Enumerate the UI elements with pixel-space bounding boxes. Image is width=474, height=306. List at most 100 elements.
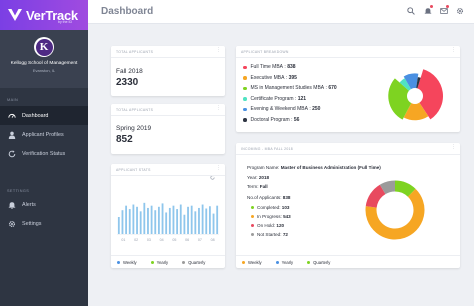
legend-item-yearly[interactable]: Yearly xyxy=(275,260,293,265)
legend-item-weekly[interactable]: Weekly xyxy=(117,260,137,265)
legend-dot xyxy=(243,65,247,69)
term-label: Term: xyxy=(247,184,259,189)
status-label: Not Started xyxy=(257,232,281,237)
chart-bar xyxy=(187,206,189,234)
legend-label: Weekly xyxy=(248,259,262,265)
gear-icon xyxy=(8,220,16,228)
breakdown-legend: Full Time MBA : 838 Executive MBA : 395 … xyxy=(243,62,337,125)
breakdown-item: Certificate Program : 121 xyxy=(243,94,337,105)
breakdown-value: 838 xyxy=(287,64,296,71)
chart-bar xyxy=(190,205,193,234)
legend-label: Quarterly xyxy=(188,259,206,265)
card-title: TOTAL APPLICANTS xyxy=(116,108,154,112)
school-location: Evanston, IL xyxy=(32,67,56,73)
more-options-icon[interactable]: ⋮ xyxy=(216,106,221,111)
year-row: Year: 2018 xyxy=(247,175,269,180)
legend-dot xyxy=(243,97,247,101)
breakdown-label: Executive MBA xyxy=(250,74,285,81)
breakdown-value: 56 xyxy=(293,116,300,123)
sidebar-item-alerts[interactable]: Alerts xyxy=(0,195,88,214)
x-tick-label: 04 xyxy=(160,238,164,242)
chart-bar xyxy=(198,207,200,234)
x-tick-label: 05 xyxy=(172,238,176,242)
term-label: Fall 2018 xyxy=(116,68,143,75)
status-item-on-hold: On Hold: 120 xyxy=(251,223,284,228)
chart-bar xyxy=(139,211,142,234)
more-options-icon[interactable]: ⋮ xyxy=(216,166,221,171)
school-profile: K Kellogg School of Management Evanston,… xyxy=(0,30,88,88)
chart-bar xyxy=(168,207,171,234)
legend-dot xyxy=(275,260,279,264)
status-label: In Progress xyxy=(257,214,281,219)
legend-item-yearly[interactable]: Yearly xyxy=(150,259,169,265)
breakdown-value: 250 xyxy=(312,106,321,113)
more-options-icon[interactable]: ⋮ xyxy=(216,48,221,53)
legend-dot xyxy=(243,76,247,80)
breakdown-label: MS in Management Studies MBA xyxy=(250,85,325,92)
legend-item-quarterly[interactable]: Quarterly xyxy=(307,260,330,265)
more-options-icon[interactable]: ⋮ xyxy=(451,145,456,150)
chart-bar xyxy=(150,205,153,234)
total-applicants-card-fall: TOTAL APPLICANTS ⋮ Fall 2018 2330 xyxy=(111,46,225,96)
legend-item-weekly[interactable]: Weekly xyxy=(242,260,262,265)
legend-item-quarterly[interactable]: Quarterly xyxy=(182,260,205,265)
sidebar-item-label: Applicant Profiles xyxy=(22,131,64,138)
pie-hole xyxy=(407,88,423,104)
year-value: 2018 xyxy=(258,175,270,180)
mail-icon[interactable] xyxy=(439,5,449,15)
sidebar-item-label: Settings xyxy=(22,220,42,227)
card-divider xyxy=(111,115,225,116)
chart-bar xyxy=(183,214,186,234)
program-label: Program Name: xyxy=(247,165,280,170)
sidebar-item-settings[interactable]: Settings xyxy=(0,214,88,233)
program-value: Master of Business Administration (Full … xyxy=(280,165,381,170)
status-value: 103 xyxy=(281,205,290,210)
breakdown-label: Evening & Weekend MBA xyxy=(250,106,308,113)
legend-label: Yearly xyxy=(156,259,169,265)
notifications-icon[interactable] xyxy=(423,5,433,15)
chart-title: APPLICANT STATS xyxy=(116,168,151,172)
breakdown-value: 121 xyxy=(297,95,307,102)
sidebar-item-label: Dashboard xyxy=(22,112,49,119)
legend-label: Weekly xyxy=(123,259,137,265)
more-options-icon[interactable]: ⋮ xyxy=(451,48,456,53)
sidebar-item-label: Alerts xyxy=(22,201,36,208)
status-value: 72 xyxy=(282,232,288,237)
status-item-not-started: Not Started: 72 xyxy=(251,232,288,237)
breakdown-item: MS in Management Studies MBA : 670 xyxy=(243,83,337,94)
user-icon xyxy=(8,131,16,139)
chart-bar xyxy=(121,210,124,234)
search-icon[interactable] xyxy=(406,6,415,15)
chart-bar xyxy=(136,206,138,234)
breakdown-item: Full Time MBA : 838 xyxy=(243,62,337,73)
refresh-icon xyxy=(8,149,16,158)
page-title: Dashboard xyxy=(101,6,154,17)
status-item-completed: Completed: 103 xyxy=(251,205,289,210)
legend-dot xyxy=(307,260,311,264)
sidebar-item-applicant-profiles[interactable]: Applicant Profiles xyxy=(0,125,88,144)
status-value: 543 xyxy=(283,214,291,219)
incoming-legend: Weekly Yearly Quarterly xyxy=(236,255,460,268)
legend-dot xyxy=(243,86,247,90)
settings-icon[interactable] xyxy=(455,6,464,15)
count-row: No.of Applicants: 838 xyxy=(247,195,290,200)
brand-header[interactable]: VerTrack by the ID xyxy=(0,0,88,30)
total-applicants-card-spring: TOTAL APPLICANTS ⋮ Spring 2019 852 xyxy=(111,104,225,154)
incoming-status-donut-chart xyxy=(365,180,425,240)
donut-segment xyxy=(379,180,396,195)
count-label: No.of Applicants: xyxy=(247,195,282,200)
donut-segment xyxy=(365,184,386,208)
sidebar-item-dashboard[interactable]: Dashboard xyxy=(0,106,88,125)
chart-bar xyxy=(143,202,146,234)
legend-dot xyxy=(251,224,254,227)
breakdown-item: Executive MBA : 395 xyxy=(243,73,337,84)
card-title: APPLICANT BREAKDOWN xyxy=(241,50,289,54)
bell-icon xyxy=(8,201,16,209)
chart-bar xyxy=(128,209,131,234)
x-tick-label: 07 xyxy=(198,238,202,242)
sidebar: VerTrack by the ID K Kellogg School of M… xyxy=(0,0,88,306)
x-tick-label: 01 xyxy=(121,238,125,242)
sidebar-item-verification-status[interactable]: Verification Status xyxy=(0,144,88,163)
chart-bar xyxy=(154,210,157,234)
status-value: 120 xyxy=(276,223,285,228)
